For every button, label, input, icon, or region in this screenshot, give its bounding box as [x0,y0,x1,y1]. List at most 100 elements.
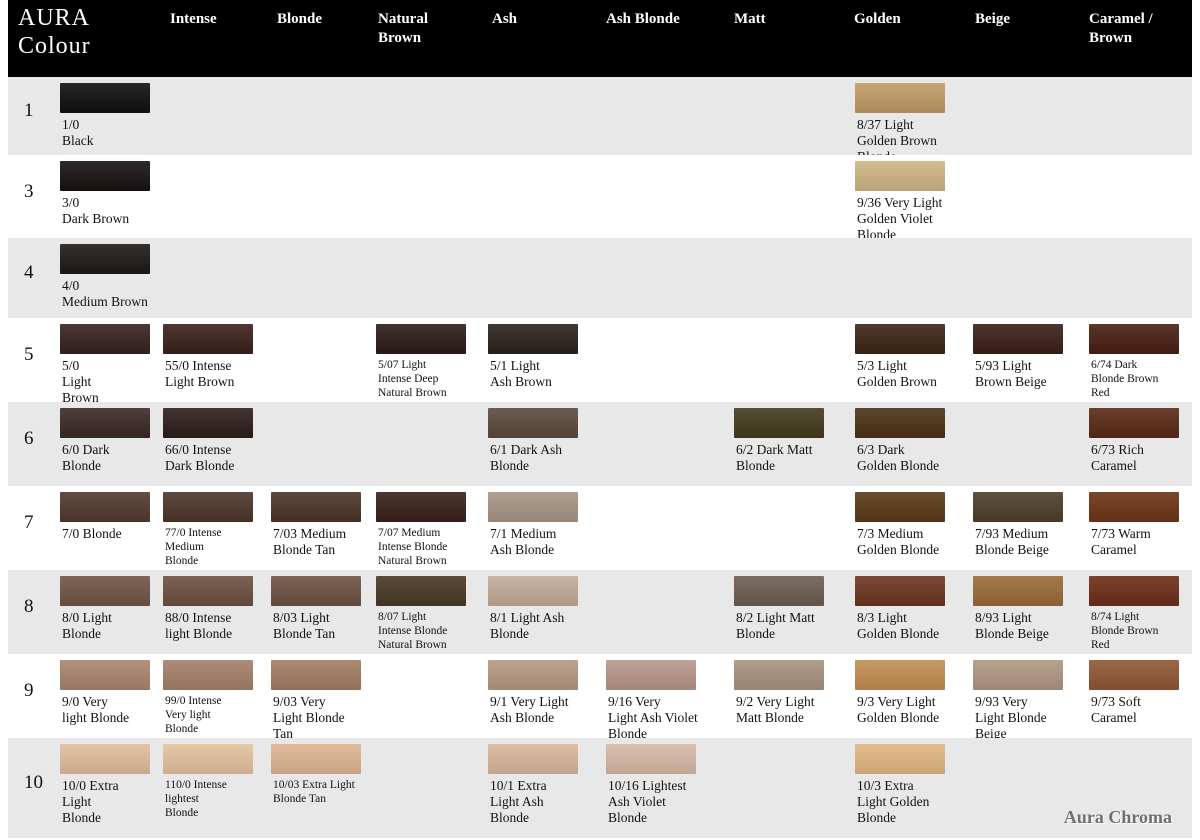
shade-label: 6/74 Dark Blonde Brown Red [1091,359,1159,399]
colour-swatch[interactable] [734,576,824,606]
shade-label: 7/3 Medium Golden Blonde [857,526,940,557]
column-header-beige: Beige [975,11,1010,27]
colour-swatch[interactable] [163,744,253,774]
shade-label: 5/1 Light Ash Brown [490,358,552,389]
colour-swatch[interactable] [1089,492,1179,522]
colour-swatch[interactable] [855,408,945,438]
shade-label: 8/3 Light Golden Blonde [857,610,940,641]
row-level-number: 10 [24,772,43,793]
colour-swatch[interactable] [855,324,945,354]
colour-swatch[interactable] [60,408,150,438]
row-level-number: 4 [24,262,34,283]
shade-label: 7/0 Blonde [62,526,122,541]
colour-swatch[interactable] [271,492,361,522]
colour-swatch[interactable] [855,492,945,522]
shade-label: 5/0 Light Brown [62,358,99,405]
column-header-matt: Matt [734,11,766,27]
shade-label: 8/74 Light Blonde Brown Red [1091,611,1159,651]
colour-swatch[interactable] [60,492,150,522]
colour-swatch[interactable] [855,83,945,113]
shade-row: 7 7/0 Blonde 77/0 Intense Medium Blonde 7/0… [8,486,1192,570]
shade-label: 10/3 Extra Light Golden Blonde [857,778,930,825]
shade-label: 9/3 Very Light Golden Blonde [857,694,940,725]
colour-swatch[interactable] [973,576,1063,606]
colour-swatch[interactable] [271,576,361,606]
colour-swatch[interactable] [163,576,253,606]
colour-swatch[interactable] [734,408,824,438]
shade-row: 11/0 Black8/37 Light Golden Brown Blonde [8,77,1192,164]
colour-swatch[interactable] [855,660,945,690]
colour-swatch[interactable] [488,492,578,522]
colour-swatch[interactable] [60,324,150,354]
colour-swatch[interactable] [855,161,945,191]
colour-swatch[interactable] [376,576,466,606]
shade-label: 7/1 Medium Ash Blonde [490,526,557,557]
shade-label: 7/93 Medium Blonde Beige [975,526,1049,557]
colour-swatch[interactable] [973,492,1063,522]
colour-swatch[interactable] [271,744,361,774]
shade-label: 7/07 Medium Intense Blonde Natural Brown [378,527,448,567]
colour-swatch[interactable] [855,576,945,606]
colour-swatch[interactable] [973,324,1063,354]
colour-swatch[interactable] [376,324,466,354]
column-header-caramel-brown: Caramel / Brown [1089,11,1153,46]
colour-swatch[interactable] [60,744,150,774]
shade-label: 77/0 Intense Medium Blonde [165,527,222,567]
colour-swatch[interactable] [163,324,253,354]
colour-swatch[interactable] [1089,660,1179,690]
shade-row: 4 4/0 Medium Brown [8,238,1192,318]
colour-swatch[interactable] [60,660,150,690]
shade-label: 9/0 Very light Blonde [62,694,130,725]
shade-row: 5 5/0 Light Brown 55/0 Intense Light Brown… [8,318,1192,405]
shade-label: 6/2 Dark Matt Blonde [736,442,813,473]
colour-swatch[interactable] [488,576,578,606]
colour-swatch[interactable] [60,161,150,191]
colour-swatch[interactable] [488,324,578,354]
colour-swatch[interactable] [271,660,361,690]
colour-swatch[interactable] [163,492,253,522]
colour-swatch[interactable] [1089,324,1179,354]
colour-swatch[interactable] [973,660,1063,690]
shade-label: 6/3 Dark Golden Blonde [857,442,940,473]
shade-label: 9/1 Very Light Ash Blonde [490,694,569,725]
colour-swatch[interactable] [163,408,253,438]
row-level-number: 3 [24,181,34,202]
colour-swatch[interactable] [488,660,578,690]
row-level-number: 1 [24,100,34,121]
brand-line-2: Colour [18,33,91,59]
shade-label: 9/73 Soft Caramel [1091,694,1141,725]
colour-swatch[interactable] [606,744,696,774]
shade-label: 6/73 Rich Caramel [1091,442,1144,473]
shade-label: 9/93 Very Light Blonde Beige [975,694,1047,741]
shade-label: 10/03 Extra Light Blonde Tan [273,779,355,805]
shade-label: 7/73 Warm Caramel [1091,526,1151,557]
colour-swatch[interactable] [163,660,253,690]
shade-label: 4/0 Medium Brown [62,278,148,309]
colour-swatch[interactable] [488,408,578,438]
colour-swatch[interactable] [60,576,150,606]
colour-swatch[interactable] [1089,576,1179,606]
shade-label: 9/36 Very Light Golden Violet Blonde [857,195,943,242]
shade-row: 3 3/0 Dark Brown 9/36 Very Light Golden Vi… [8,155,1192,242]
chart-header: AURA Colour Intense Blonde Natural Brown… [8,0,1192,77]
colour-chart: AURA Colour Intense Blonde Natural Brown… [8,0,1192,838]
colour-swatch[interactable] [60,244,150,274]
shade-label: 99/0 Intense Very light Blonde [165,695,222,735]
colour-swatch[interactable] [606,660,696,690]
colour-swatch[interactable] [1089,408,1179,438]
colour-swatch[interactable] [855,744,945,774]
shade-label: 88/0 Intense light Blonde [165,610,233,641]
colour-swatch[interactable] [60,83,150,113]
column-header-ash: Ash [492,11,518,27]
column-header-natural-brown: Natural Brown [378,11,428,46]
colour-swatch[interactable] [488,744,578,774]
column-header-golden: Golden [854,11,901,27]
column-header-intense: Intense [170,11,217,27]
brand-title: AURA Colour [18,4,91,60]
colour-swatch[interactable] [376,492,466,522]
row-level-number: 5 [24,344,34,365]
colour-swatch[interactable] [734,660,824,690]
column-header-blonde: Blonde [277,11,323,27]
shade-label: 8/03 Light Blonde Tan [273,610,336,641]
shade-label: 9/16 Very Light Ash Violet Blonde [608,694,698,741]
